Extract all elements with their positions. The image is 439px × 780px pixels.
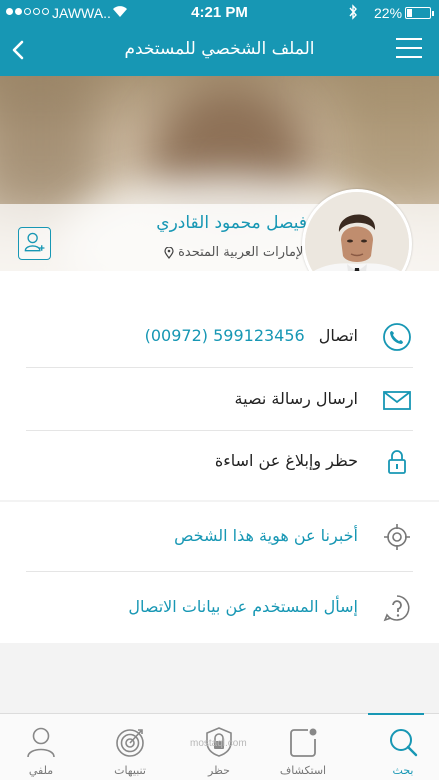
phone-icon bbox=[383, 323, 411, 351]
block-report-label: حظر وإبلاغ عن اساءة bbox=[214, 451, 358, 470]
profile-location: الإمارات العربية المتحدة bbox=[164, 245, 307, 260]
search-icon bbox=[390, 729, 418, 757]
question-icon bbox=[383, 595, 410, 622]
call-label: اتصال 599123456 (00972) bbox=[145, 326, 358, 345]
block-report-action[interactable]: حظر وإبلاغ عن اساءة bbox=[0, 431, 439, 493]
battery-icon bbox=[405, 7, 434, 19]
contact-actions: اتصال599123456 (00972) ارسال رسالة نصية … bbox=[0, 271, 439, 500]
tab-alerts[interactable]: تنبيهات bbox=[95, 714, 165, 780]
identify-person-label: أخبرنا عن هوية هذا الشخص bbox=[174, 526, 358, 545]
status-bar: JAWWA.. 4:21 PM 22% bbox=[0, 0, 439, 26]
tab-my-profile-label: ملفي bbox=[28, 764, 54, 777]
tab-explore-label: استكشاف bbox=[279, 764, 327, 777]
target-icon bbox=[384, 524, 410, 550]
ask-contact-info-label: إسأل المستخدم عن بيانات الاتصال bbox=[128, 597, 358, 616]
extra-actions: أخبرنا عن هوية هذا الشخص إسأل المستخدم ع… bbox=[0, 502, 439, 643]
add-contact-button[interactable] bbox=[18, 227, 51, 260]
call-text: اتصال bbox=[318, 326, 358, 345]
profile-name: فيصل محمود القادري bbox=[156, 213, 307, 233]
tab-search-label: بحث bbox=[392, 764, 414, 777]
battery-percent: 22% bbox=[374, 5, 403, 21]
tab-bar: بحث استكشاف حظر تنبيهات ملفي mostaql.com bbox=[0, 713, 439, 780]
tab-block-label: حظر bbox=[208, 764, 230, 777]
nav-bar: الملف الشخصي للمستخدم bbox=[0, 26, 439, 76]
tab-my-profile[interactable]: ملفي bbox=[6, 714, 76, 780]
send-sms-action[interactable]: ارسال رسالة نصية bbox=[0, 369, 439, 431]
bluetooth-icon bbox=[349, 4, 357, 20]
divider bbox=[26, 367, 413, 368]
explore-icon bbox=[290, 728, 317, 757]
identify-person-action[interactable]: أخبرنا عن هوية هذا الشخص bbox=[0, 502, 439, 572]
watermark: mostaql.com bbox=[190, 738, 247, 749]
divider bbox=[26, 571, 413, 572]
tab-explore[interactable]: استكشاف bbox=[268, 714, 338, 780]
add-user-icon bbox=[24, 232, 45, 252]
call-action[interactable]: اتصال 599123456 (00972) bbox=[0, 306, 439, 368]
envelope-icon bbox=[383, 391, 411, 410]
location-pin-icon bbox=[164, 246, 174, 259]
ask-contact-info-action[interactable]: إسأل المستخدم عن بيانات الاتصال bbox=[0, 573, 439, 643]
battery-fill bbox=[407, 9, 412, 17]
bullseye-icon bbox=[116, 729, 144, 757]
phone-number[interactable]: 599123456 (00972) bbox=[145, 326, 305, 345]
send-sms-label: ارسال رسالة نصية bbox=[234, 389, 358, 408]
tab-search[interactable]: بحث bbox=[368, 713, 438, 780]
location-text: الإمارات العربية المتحدة bbox=[178, 245, 307, 260]
user-icon bbox=[27, 727, 55, 758]
page-title: الملف الشخصي للمستخدم bbox=[124, 39, 315, 59]
lock-icon bbox=[388, 450, 406, 474]
tab-alerts-label: تنبيهات bbox=[114, 764, 146, 777]
hamburger-menu-icon[interactable] bbox=[396, 38, 422, 62]
